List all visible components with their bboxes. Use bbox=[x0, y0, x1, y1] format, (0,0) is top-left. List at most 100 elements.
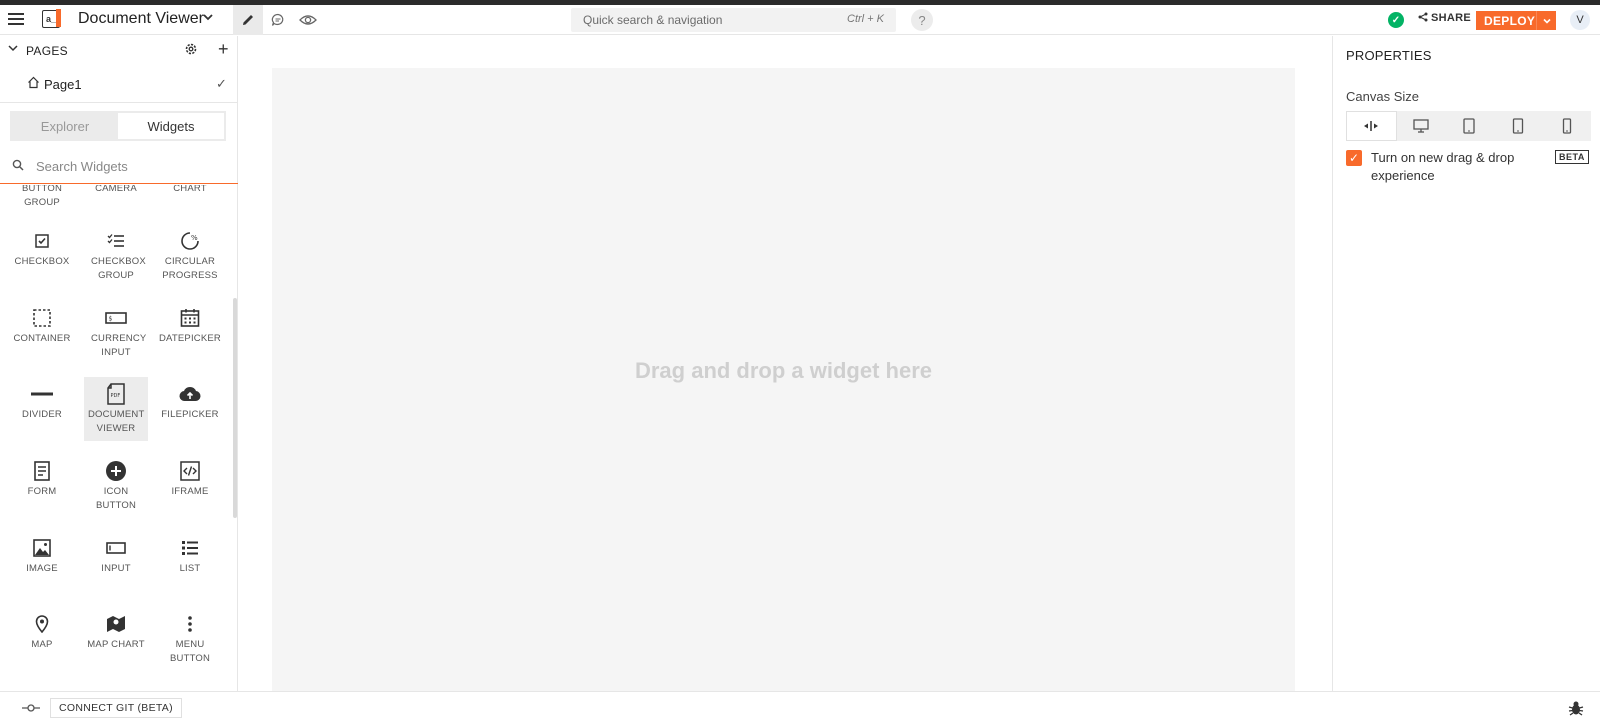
mobile-size-button[interactable] bbox=[1542, 111, 1591, 141]
deploy-dropdown-icon[interactable] bbox=[1536, 11, 1556, 30]
widget-form[interactable]: FORM bbox=[10, 460, 74, 499]
widget-label: BUTTON GROUP bbox=[21, 185, 63, 208]
add-page-button[interactable]: + bbox=[218, 39, 229, 60]
widget-search bbox=[0, 152, 238, 184]
widget-label: INPUT bbox=[101, 563, 131, 574]
widget-input[interactable]: INPUT bbox=[84, 537, 148, 576]
home-icon bbox=[27, 76, 40, 92]
sidebar-tabs: Explorer Widgets bbox=[10, 111, 226, 141]
chevron-down-icon[interactable] bbox=[202, 11, 214, 26]
container-icon bbox=[31, 307, 53, 329]
checklist-icon bbox=[105, 230, 127, 252]
widget-label: CHECKBOX GROUP bbox=[91, 256, 146, 281]
widget-label: MENU BUTTON bbox=[170, 639, 211, 664]
map-chart-icon bbox=[105, 613, 127, 635]
widget-grid: BUTTON GROUP CAMERA CHART CHECKBOX CHECK… bbox=[0, 185, 232, 677]
widget-label: MAP CHART bbox=[87, 639, 145, 650]
menu-icon[interactable] bbox=[8, 11, 24, 27]
widget-divider[interactable]: DIVIDER bbox=[10, 383, 74, 422]
quick-search-bar[interactable]: Quick search & navigation Ctrl + K bbox=[571, 8, 896, 32]
map-pin-icon bbox=[31, 613, 53, 635]
git-commit-icon bbox=[22, 702, 40, 716]
canvas-placeholder: Drag and drop a widget here bbox=[634, 358, 933, 383]
canvas-size-label: Canvas Size bbox=[1346, 89, 1419, 104]
widget-label: MAP bbox=[31, 639, 53, 650]
svg-text:$: $ bbox=[109, 316, 113, 323]
quick-search-placeholder: Quick search & navigation bbox=[583, 13, 723, 27]
widget-label: FILEPICKER bbox=[161, 409, 219, 420]
drag-drop-checkbox[interactable]: ✓ bbox=[1346, 150, 1362, 166]
share-label: SHARE bbox=[1431, 12, 1472, 24]
top-header: a_ Document Viewer Quick search & naviga… bbox=[0, 5, 1600, 35]
list-icon bbox=[179, 537, 201, 559]
cloud-upload-icon bbox=[179, 383, 201, 405]
fluid-width-icon bbox=[1364, 121, 1379, 131]
tablet-icon bbox=[1463, 118, 1476, 134]
widget-list[interactable]: LIST bbox=[158, 537, 222, 576]
input-icon bbox=[105, 537, 127, 559]
widget-iframe[interactable]: IFRAME bbox=[158, 460, 222, 499]
share-icon bbox=[1418, 12, 1428, 22]
tab-explorer[interactable]: Explorer bbox=[12, 113, 118, 139]
widget-datepicker[interactable]: DATEPICKER bbox=[158, 307, 222, 346]
widget-map-chart[interactable]: MAP CHART bbox=[84, 613, 148, 652]
mobile-icon bbox=[1562, 118, 1571, 134]
widget-label: ICON BUTTON bbox=[96, 486, 137, 511]
share-button[interactable]: SHARE bbox=[1418, 12, 1471, 24]
widget-menu-button[interactable]: MENU BUTTON bbox=[158, 613, 222, 666]
widget-circular-progress[interactable]: % CIRCULAR PROGRESS bbox=[158, 230, 222, 283]
search-widgets-input[interactable] bbox=[36, 159, 226, 174]
widget-currency-input[interactable]: $ CURRENCY INPUT bbox=[84, 307, 148, 360]
canvas-size-selector bbox=[1346, 111, 1591, 141]
widget-map[interactable]: MAP bbox=[10, 613, 74, 652]
beta-badge: BETA bbox=[1555, 150, 1589, 164]
widget-label: CURRENCY INPUT bbox=[91, 333, 147, 358]
edit-mode-button[interactable] bbox=[233, 5, 263, 35]
widget-button-group[interactable]: BUTTON GROUP bbox=[10, 185, 74, 210]
shortcut-hint: Ctrl + K bbox=[847, 13, 884, 25]
collapse-pages-icon[interactable] bbox=[8, 43, 18, 56]
bug-icon[interactable] bbox=[1568, 700, 1584, 719]
fluid-width-button[interactable] bbox=[1346, 111, 1397, 141]
desktop-size-button[interactable] bbox=[1397, 111, 1446, 141]
deploy-button[interactable]: DEPLOY bbox=[1476, 11, 1556, 30]
widget-image[interactable]: IMAGE bbox=[10, 537, 74, 576]
widget-label: IMAGE bbox=[26, 563, 58, 574]
widget-label: CHART bbox=[173, 185, 207, 194]
connect-git-button[interactable]: CONNECT GIT (BETA) bbox=[50, 698, 182, 718]
page-item-page1[interactable]: Page1 ✓ bbox=[0, 67, 238, 103]
comment-mode-button[interactable] bbox=[263, 5, 293, 35]
widget-checkbox[interactable]: CHECKBOX bbox=[10, 230, 74, 269]
widget-camera[interactable]: CAMERA bbox=[84, 185, 148, 196]
pencil-icon bbox=[243, 15, 253, 25]
widget-filepicker[interactable]: FILEPICKER bbox=[158, 383, 222, 422]
code-icon bbox=[179, 460, 201, 482]
widget-checkbox-group[interactable]: CHECKBOX GROUP bbox=[84, 230, 148, 283]
avatar[interactable]: V bbox=[1570, 10, 1590, 30]
canvas[interactable]: Drag and drop a widget here bbox=[272, 68, 1295, 691]
widget-chart[interactable]: CHART bbox=[158, 185, 222, 196]
widget-document-viewer[interactable]: PDF DOCUMENT VIEWER bbox=[84, 377, 148, 441]
preview-mode-button[interactable] bbox=[293, 5, 323, 35]
gear-icon[interactable] bbox=[184, 42, 198, 59]
check-icon: ✓ bbox=[216, 76, 227, 91]
widget-scrollbar[interactable] bbox=[233, 298, 237, 518]
tab-widgets[interactable]: Widgets bbox=[118, 113, 224, 139]
form-icon bbox=[31, 460, 53, 482]
calendar-icon bbox=[179, 307, 201, 329]
widget-label: FORM bbox=[27, 486, 57, 497]
widget-label: CIRCULAR PROGRESS bbox=[162, 256, 218, 281]
help-button[interactable]: ? bbox=[911, 9, 933, 31]
widget-icon-button[interactable]: ICON BUTTON bbox=[84, 460, 148, 513]
widget-label: DATEPICKER bbox=[158, 333, 221, 344]
search-icon bbox=[12, 159, 24, 174]
widget-container[interactable]: CONTAINER bbox=[10, 307, 74, 346]
checkbox-icon bbox=[31, 230, 53, 252]
app-logo-icon[interactable]: a_ bbox=[42, 9, 61, 28]
tablet-portrait-icon bbox=[1512, 118, 1524, 134]
comment-icon bbox=[271, 13, 284, 26]
desktop-icon bbox=[1413, 119, 1429, 133]
tablet-landscape-button[interactable] bbox=[1445, 111, 1494, 141]
app-name[interactable]: Document Viewer bbox=[78, 10, 204, 28]
tablet-portrait-button[interactable] bbox=[1494, 111, 1543, 141]
